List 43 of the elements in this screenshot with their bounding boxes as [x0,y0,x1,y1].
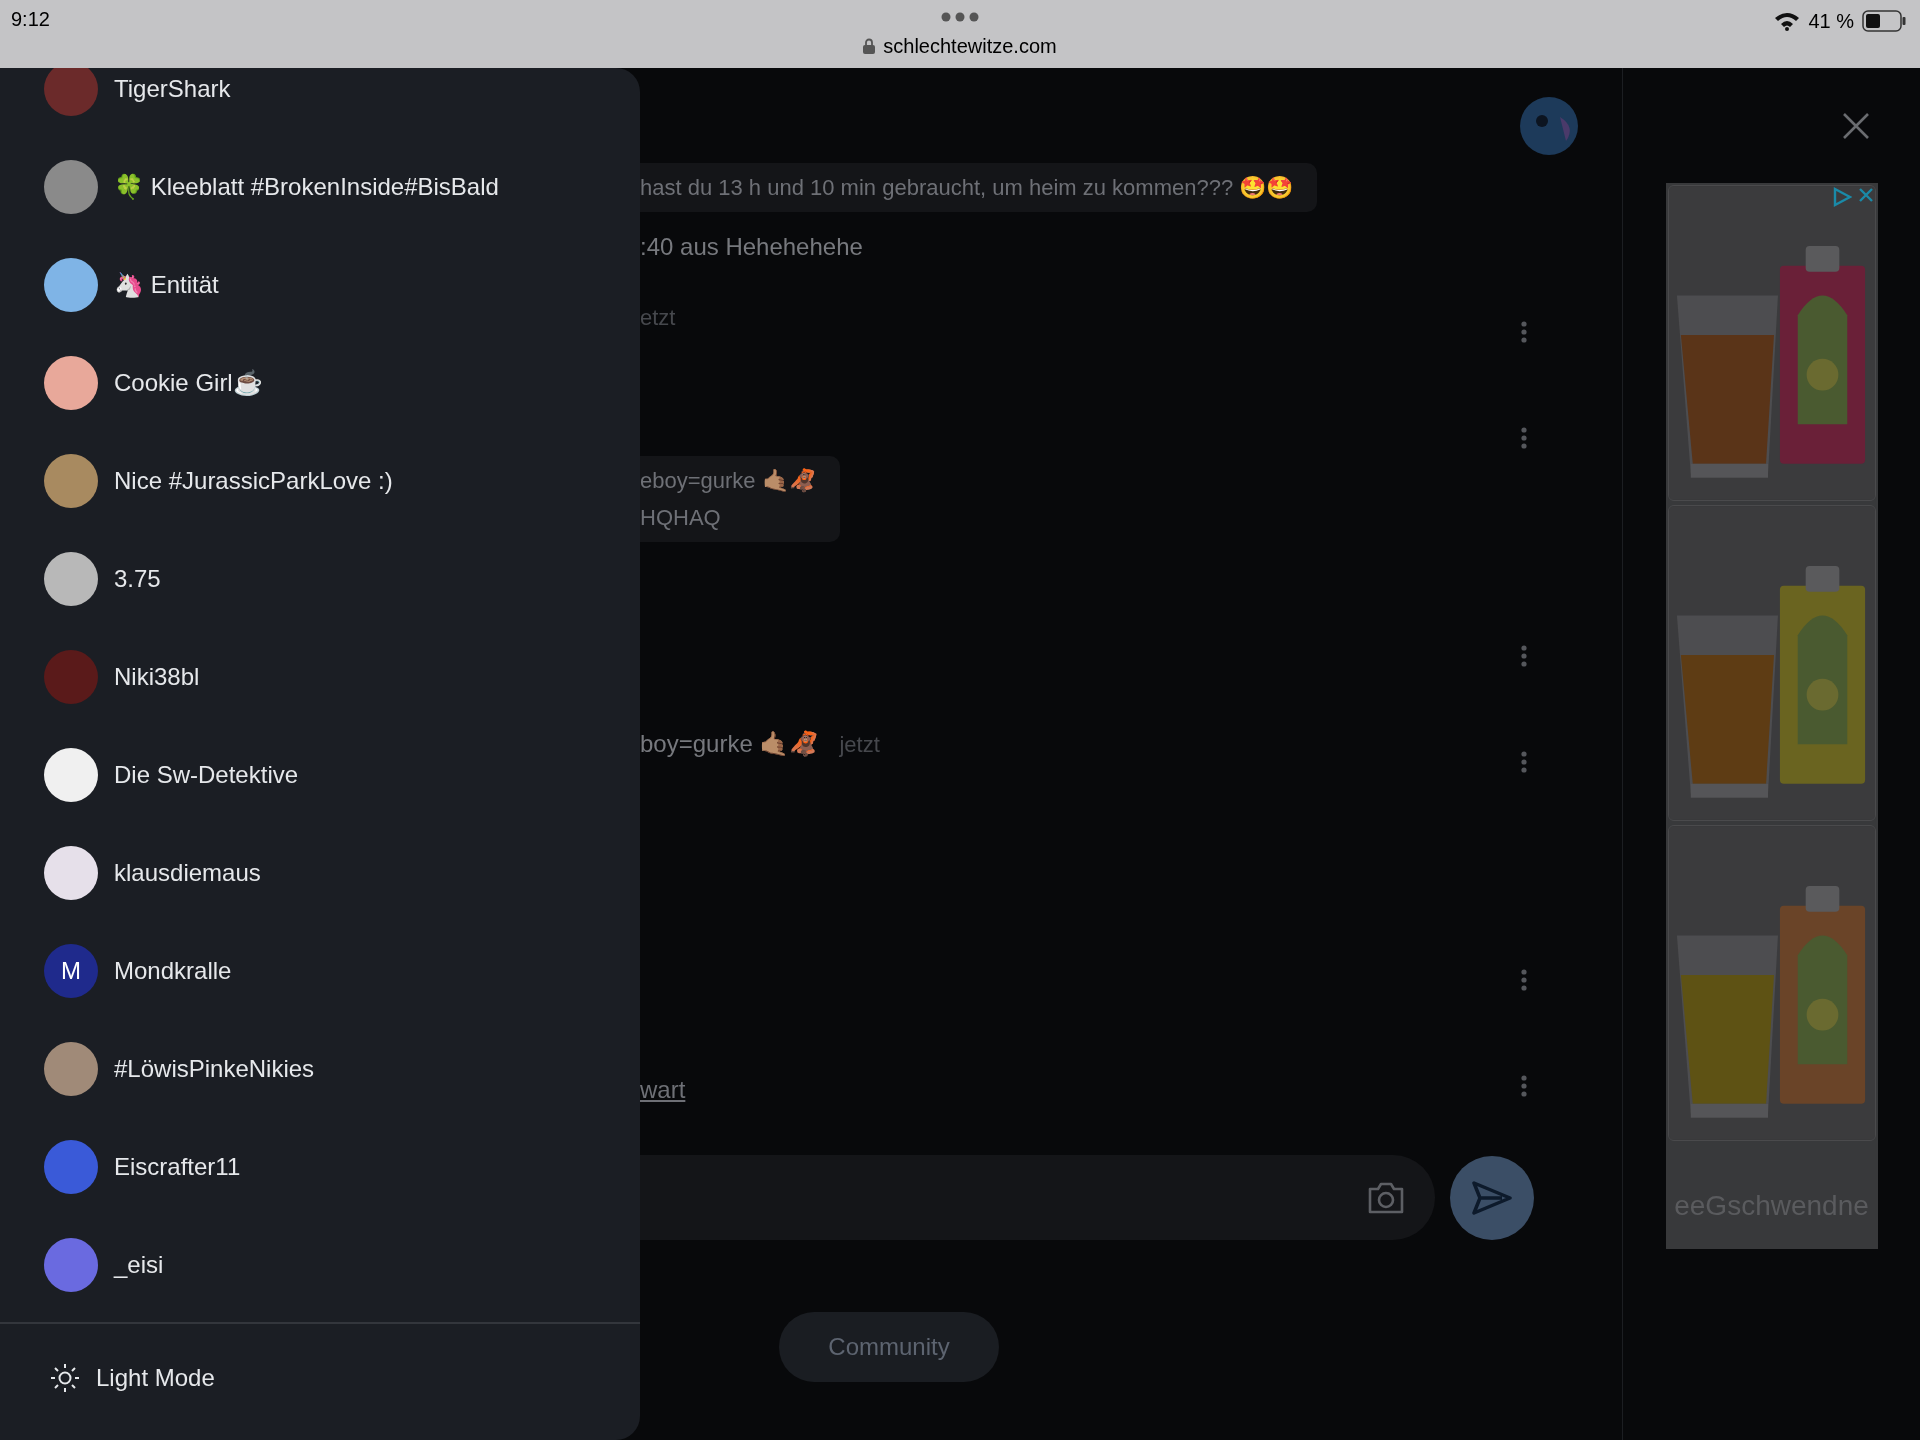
battery-percent: 41 % [1808,9,1854,34]
send-icon [1472,1180,1512,1215]
user-item[interactable]: Cookie Girl☕ [0,334,640,432]
more-icon[interactable] [1521,969,1527,991]
user-item[interactable]: 3.75 [0,530,640,628]
user-item[interactable]: Die Sw-Detektive [0,726,640,824]
wifi-icon [1774,11,1801,31]
user-item[interactable]: 🍀 Kleeblatt #BrokenInside#BisBald [0,138,640,236]
message-link[interactable]: wart [640,1072,686,1108]
status-time: 9:12 [11,7,50,32]
more-icon[interactable] [1521,645,1527,667]
more-icon[interactable] [1521,751,1527,773]
user-item[interactable]: TigerShark [0,68,640,138]
user-item[interactable]: Niki38bl [0,628,640,726]
user-item[interactable]: #LöwisPinkeNikies [0,1020,640,1118]
more-icon[interactable] [1521,321,1527,343]
message-text: :40 aus Hehehehehe [640,232,863,262]
message-text: eboy=gurke 🤙🏽🦧 [640,467,816,495]
close-icon[interactable] [1842,112,1870,140]
message-text: HQHAQ [640,504,722,532]
message-text: boy=gurke 🤙🏽🦧 [640,729,820,759]
avatar[interactable] [1520,97,1578,155]
more-icon[interactable] [1521,427,1527,449]
user-item[interactable]: Nice #JurassicParkLove :) [0,432,640,530]
light-mode-button[interactable]: Light Mode [0,1360,640,1396]
avatar: M [44,944,98,998]
ad-info-icon[interactable] [1831,187,1852,207]
camera-icon[interactable] [1367,1180,1405,1215]
lock-icon [863,38,876,54]
message-time: jetzt [839,730,880,759]
battery-icon [1862,10,1906,32]
message-time: etzt [640,304,676,332]
user-item[interactable]: _eisi [0,1216,640,1314]
more-icon[interactable] [940,11,980,23]
sun-icon [50,1363,80,1393]
message-text: hast du 13 h und 10 min gebraucht, um heim zu kommen??? 🤩🤩 [640,174,1294,202]
user-item[interactable]: klausdiemaus [0,824,640,922]
user-item[interactable]: M Mondkralle [0,922,640,1020]
user-item[interactable]: 🦄 Entität [0,236,640,334]
url-text[interactable]: schlechtewitze.com [883,31,1057,61]
user-item[interactable]: Eiscrafter11 [0,1118,640,1216]
more-icon[interactable] [1521,1075,1527,1097]
close-icon[interactable] [1857,187,1874,203]
